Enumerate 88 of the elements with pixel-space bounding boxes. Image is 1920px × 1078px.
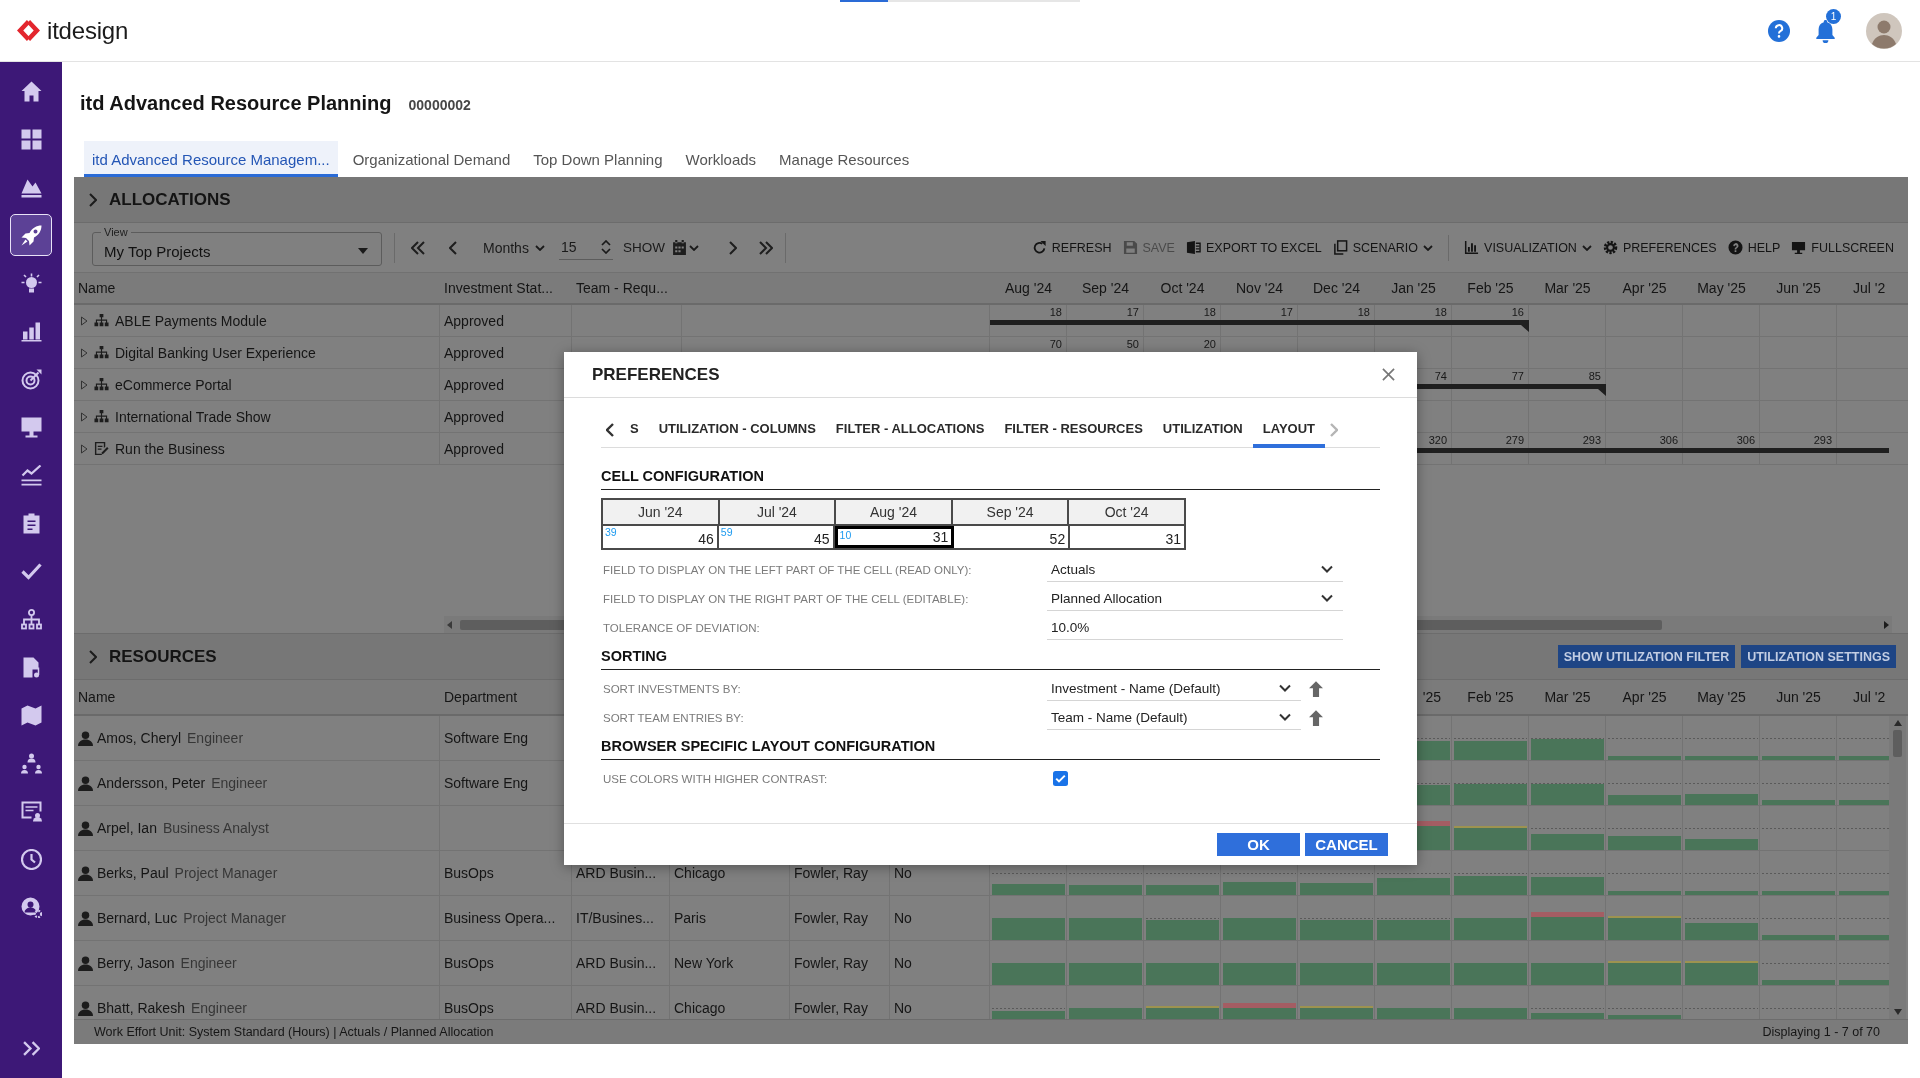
hours-value: 77 bbox=[1511, 370, 1524, 382]
hours-value: 18 bbox=[1357, 306, 1370, 318]
column-header: Oct '24 bbox=[1069, 500, 1184, 526]
planned-value: 31 bbox=[932, 529, 949, 545]
resource-role: Engineer bbox=[211, 775, 268, 791]
month-header: Oct '24 bbox=[1159, 279, 1206, 298]
month-header: Nov '24 bbox=[1235, 279, 1284, 298]
hours-value: 293 bbox=[1582, 434, 1601, 446]
resource-role: Project Manager bbox=[174, 865, 278, 881]
resource-role: Project Manager bbox=[183, 910, 286, 926]
notification-badge: 1 bbox=[1826, 9, 1841, 24]
field-label: USE COLORS WITH HIGHER CONTRAST: bbox=[602, 772, 829, 785]
hours-value: 293 bbox=[1813, 434, 1832, 446]
hours-value: 306 bbox=[1659, 434, 1678, 446]
resource-role: Business Analyst bbox=[162, 820, 269, 836]
month-header: Feb '25 bbox=[1466, 688, 1515, 707]
month-header: '25 bbox=[1421, 688, 1442, 707]
dialog-title: PREFERENCES bbox=[592, 364, 720, 385]
month-header: Apr '25 bbox=[1621, 688, 1668, 707]
planned-value: 46 bbox=[698, 531, 714, 547]
month-header: Jun '25 bbox=[1775, 688, 1822, 707]
resource-role: Engineer bbox=[180, 955, 237, 971]
hours-value: 18 bbox=[1434, 306, 1447, 318]
month-header: Jan '25 bbox=[1390, 279, 1437, 298]
table-cell: No bbox=[890, 941, 990, 985]
column-header: Jun '24 bbox=[603, 500, 720, 526]
month-header: Mar '25 bbox=[1543, 688, 1592, 707]
column-header: Jul '24 bbox=[719, 500, 837, 526]
field-label: SORT INVESTMENTS BY: bbox=[602, 682, 742, 695]
hours-value: 74 bbox=[1434, 370, 1447, 382]
month-header: Sep '24 bbox=[1080, 279, 1130, 298]
month-header: May '25 bbox=[1696, 688, 1747, 707]
planned-value: 31 bbox=[1165, 531, 1181, 547]
month-header: Jun '25 bbox=[1775, 279, 1822, 298]
page-title: itd Advanced Resource Planning bbox=[80, 92, 392, 115]
show-label: SHOW bbox=[622, 240, 665, 255]
hours-value: 18 bbox=[1203, 306, 1216, 318]
table-cell: Fowler, Ray bbox=[790, 896, 890, 940]
table-cell: Approved bbox=[440, 305, 572, 336]
table-cell: No bbox=[890, 896, 990, 940]
month-header: May '25 bbox=[1696, 279, 1747, 298]
hours-value: 18 bbox=[1049, 306, 1062, 318]
month-header: Dec '24 bbox=[1312, 279, 1361, 298]
hours-value: 279 bbox=[1505, 434, 1524, 446]
planned-value: 52 bbox=[1049, 531, 1066, 547]
hours-value: 20 bbox=[1203, 338, 1216, 350]
hours-value: 306 bbox=[1736, 434, 1755, 446]
record-id: 00000002 bbox=[408, 97, 471, 113]
actual-value: 59 bbox=[720, 526, 733, 538]
field-label: TOLERANCE OF DEVIATION: bbox=[602, 621, 761, 634]
table-cell: Fowler, Ray bbox=[790, 941, 890, 985]
resource-role: Engineer bbox=[187, 730, 244, 746]
actual-value: 39 bbox=[605, 526, 617, 538]
section-heading: BROWSER SPECIFIC LAYOUT CONFIGURATION bbox=[601, 736, 1380, 760]
section-title: ALLOCATIONS bbox=[109, 189, 231, 210]
field-label: FIELD TO DISPLAY ON THE RIGHT PART OF THE CELL (EDITABLE): bbox=[602, 592, 970, 605]
hours-value: 85 bbox=[1588, 370, 1601, 382]
month-header: Jul '2 bbox=[1852, 688, 1887, 707]
field-label: FIELD TO DISPLAY ON THE LEFT PART OF THE CELL (READ ONLY): bbox=[602, 563, 973, 576]
month-header: Feb '25 bbox=[1466, 279, 1515, 298]
column-header: Sep '24 bbox=[952, 500, 1070, 526]
hours-value: 320 bbox=[1428, 434, 1447, 446]
hours-value: 16 bbox=[1511, 306, 1524, 318]
hours-value: 70 bbox=[1049, 338, 1062, 350]
status-text: Work Effort Unit: System Standard (Hours) | Actuals / Planned Allocation bbox=[94, 1025, 494, 1039]
table-cell: New York bbox=[670, 941, 790, 985]
planned-value: 45 bbox=[814, 531, 830, 547]
month-header: Jul '2 bbox=[1852, 279, 1887, 298]
month-header: Mar '25 bbox=[1543, 279, 1592, 298]
month-header: Aug '24 bbox=[1003, 279, 1053, 298]
column-header: Aug '24 bbox=[836, 500, 953, 526]
hours-value: 17 bbox=[1126, 306, 1139, 318]
section-heading: SORTING bbox=[601, 646, 1380, 670]
section-title: RESOURCES bbox=[109, 646, 217, 667]
section-heading: CELL CONFIGURATION bbox=[601, 466, 1380, 490]
table-cell: Business Opera... bbox=[440, 896, 572, 940]
field-label: SORT TEAM ENTRIES BY: bbox=[602, 711, 745, 724]
record-count: Displaying 1 - 7 of 70 bbox=[1762, 1025, 1880, 1039]
table-cell: ARD Busin... bbox=[572, 941, 670, 985]
table-cell: IT/Busines... bbox=[572, 896, 670, 940]
actual-value: 10 bbox=[839, 529, 852, 541]
hours-value: 17 bbox=[1280, 306, 1293, 318]
month-header: Apr '25 bbox=[1621, 279, 1668, 298]
hours-value: 50 bbox=[1126, 338, 1139, 350]
logo-text: itdesign bbox=[47, 16, 129, 45]
resource-role: Engineer bbox=[190, 1000, 247, 1016]
table-cell: Paris bbox=[670, 896, 790, 940]
table-cell: BusOps bbox=[440, 941, 572, 985]
